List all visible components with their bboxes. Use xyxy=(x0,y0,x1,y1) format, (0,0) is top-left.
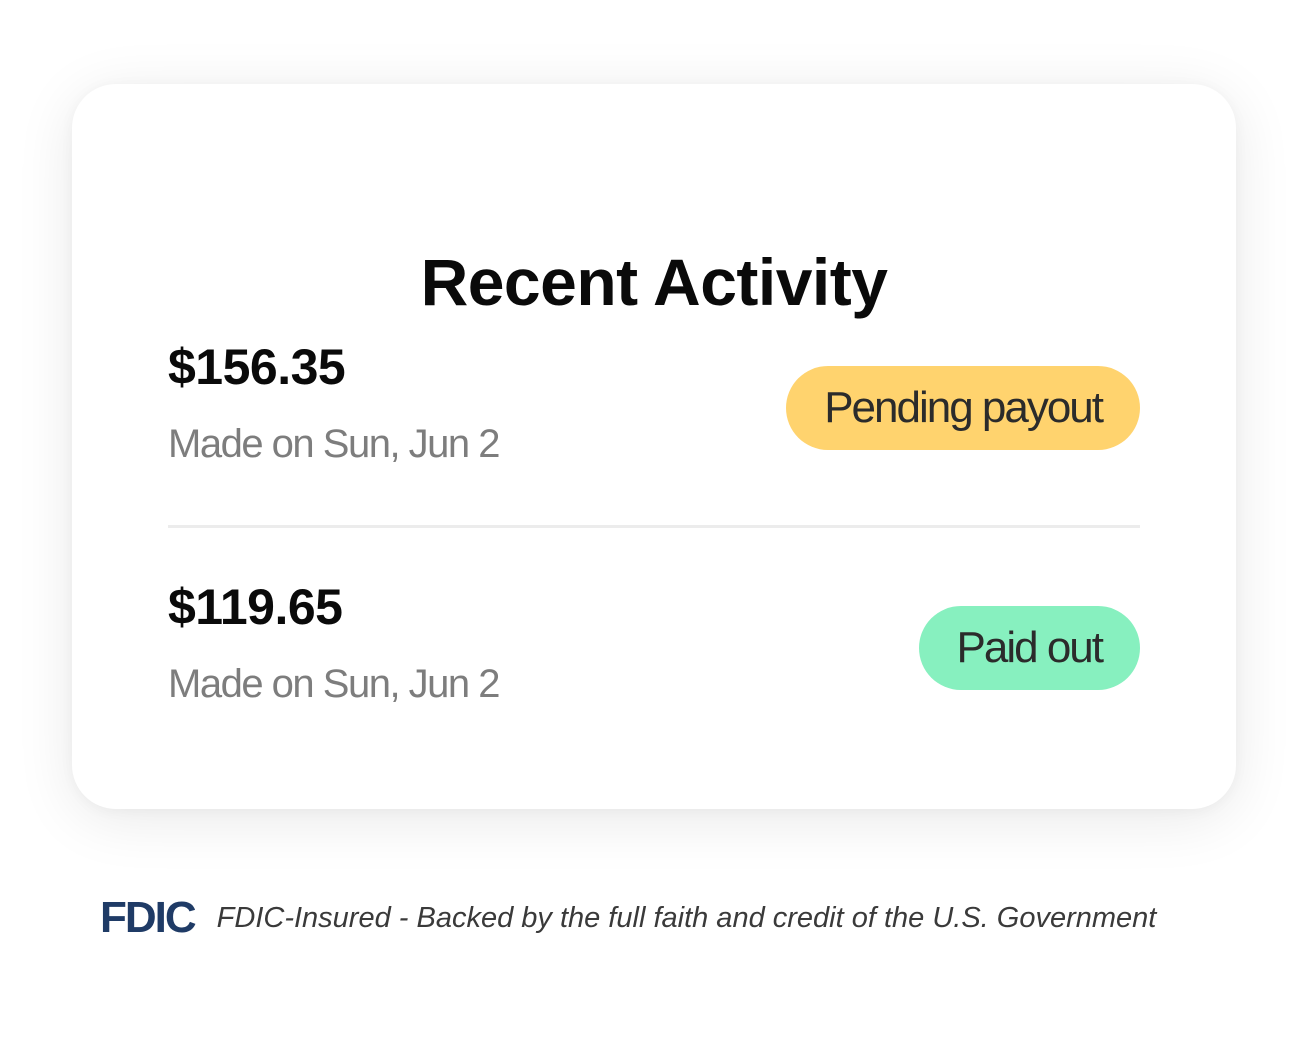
activity-row[interactable]: $156.35 Made on Sun, Jun 2 Pending payou… xyxy=(168,338,1140,478)
activity-date: Made on Sun, Jun 2 xyxy=(168,422,501,466)
row-divider xyxy=(168,525,1140,528)
activity-amount: $119.65 xyxy=(168,579,343,635)
activity-amount: $156.35 xyxy=(168,339,346,395)
fdic-disclaimer: FDIC FDIC-Insured - Backed by the full f… xyxy=(100,896,1156,940)
card-title: Recent Activity xyxy=(420,245,888,319)
status-badge-pending: Pending payout xyxy=(786,366,1140,450)
status-badge-paid: Paid out xyxy=(918,606,1140,690)
activity-date: Made on Sun, Jun 2 xyxy=(168,662,501,706)
fdic-disclaimer-text: FDIC-Insured - Backed by the full faith … xyxy=(216,901,1157,934)
fdic-logo: FDIC xyxy=(100,893,197,942)
activity-row[interactable]: $119.65 Made on Sun, Jun 2 Paid out xyxy=(168,578,1140,718)
page: Recent Activity $156.35 Made on Sun, Jun… xyxy=(0,0,1308,1047)
